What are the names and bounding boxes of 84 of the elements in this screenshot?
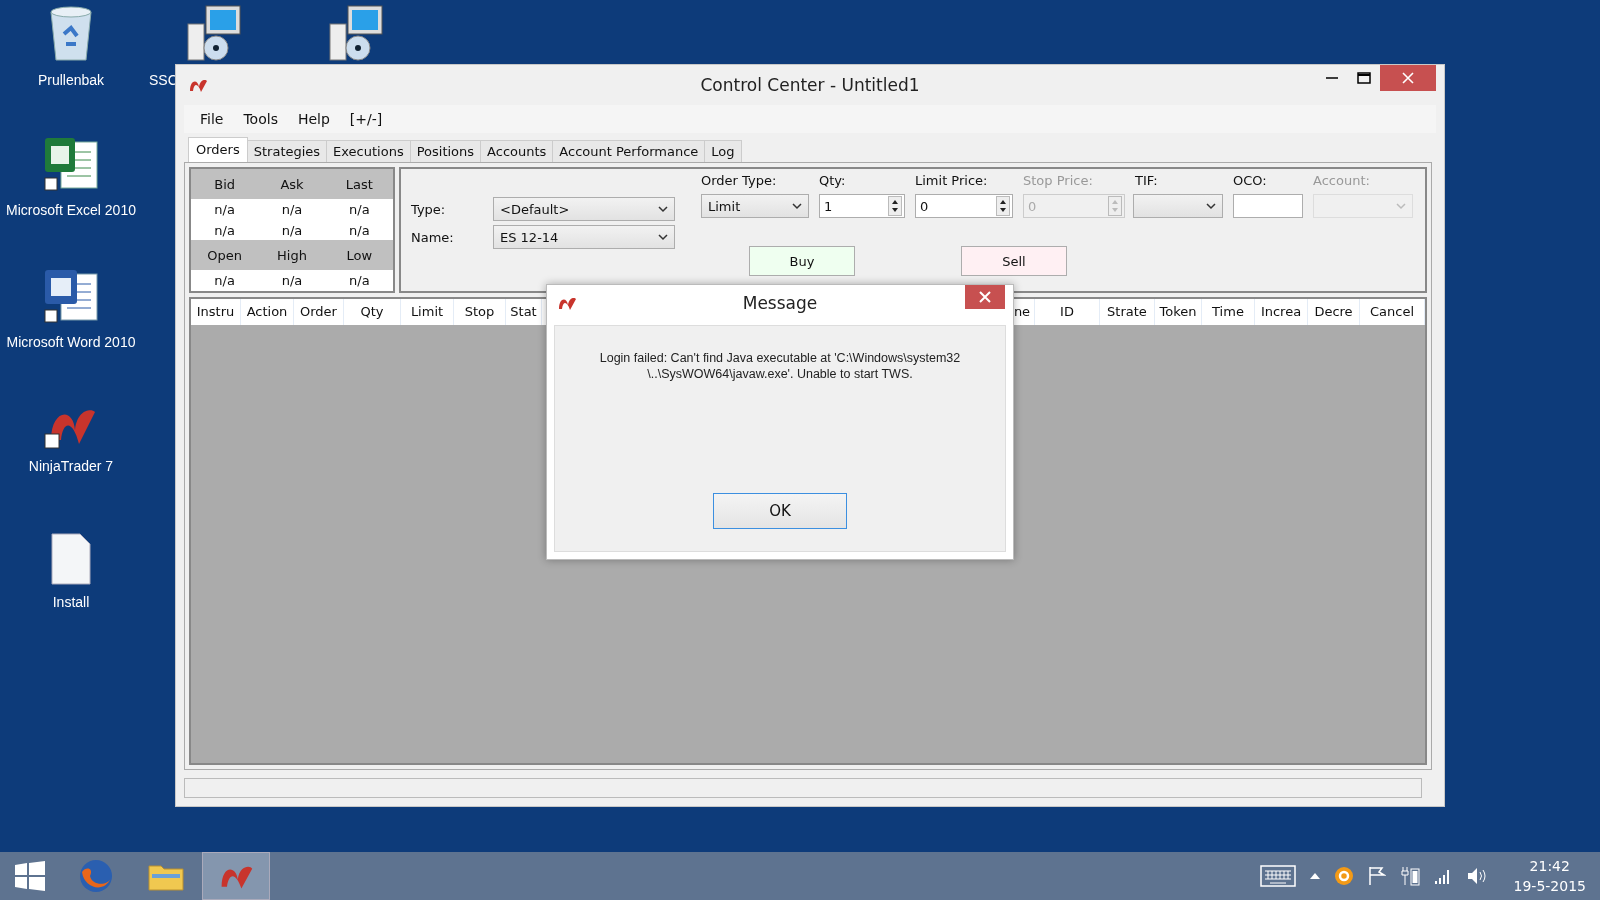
close-icon	[979, 291, 991, 303]
document-icon[interactable]	[50, 532, 92, 586]
column-header: Ask	[279, 176, 305, 192]
tab[interactable]: Log	[704, 140, 742, 162]
quote-value: n/a	[348, 273, 371, 289]
input-field[interactable]	[1233, 194, 1303, 218]
chevron-down-icon	[658, 205, 668, 213]
number-spinner[interactable]: 0	[915, 194, 1013, 218]
chevron-down-icon	[1396, 202, 1406, 210]
battery-plug-icon[interactable]	[1399, 865, 1420, 887]
field-label: Account:	[1313, 173, 1371, 188]
installer-icon[interactable]	[186, 4, 244, 62]
quote-value: n/a	[280, 222, 304, 238]
tab[interactable]: Orders	[188, 137, 248, 162]
spinner-arrows-icon	[888, 196, 902, 216]
tab[interactable]: Strategies	[246, 140, 328, 162]
quote-value: n/a	[280, 201, 304, 217]
word-processor-icon[interactable]	[43, 268, 99, 326]
field-label: Type:	[411, 201, 447, 217]
column-header: Low	[345, 247, 374, 263]
buy-button[interactable]: Buy	[749, 246, 855, 276]
chevron-down-icon	[792, 202, 802, 210]
spinner-arrows-icon	[996, 196, 1010, 216]
desktop-icon-label[interactable]: Install	[52, 592, 90, 612]
desktop-icon-label[interactable]: Prullenbak	[37, 70, 105, 90]
ring-icon[interactable]	[1333, 866, 1354, 886]
quote-value: n/a	[213, 201, 236, 217]
error-message: Login failed: Can't find Java executable at 'C:\Windows\system32 \..\SysWOW64\javaw.exe'. Unable to start TWS.	[599, 350, 961, 382]
close-icon	[1402, 72, 1414, 84]
menu-item[interactable]: Help	[289, 111, 338, 127]
minimize-icon	[1326, 77, 1338, 79]
column-header: Bid	[213, 176, 237, 192]
maximize-icon	[1357, 72, 1371, 84]
tab[interactable]: Executions	[326, 140, 411, 162]
keyboard-icon[interactable]	[1259, 865, 1296, 887]
desktop-icon-label[interactable]: Microsoft Excel 2010	[6, 200, 136, 220]
caret-up-icon[interactable]	[1309, 873, 1320, 879]
field-label: Order Type:	[701, 173, 778, 188]
clock-date: 19-5-2015	[1513, 877, 1586, 896]
column-header: Last	[344, 176, 374, 192]
dropdown[interactable]: <Default>	[493, 197, 675, 221]
clock-time: 21:42	[1529, 857, 1570, 876]
tab[interactable]: Positions	[409, 140, 482, 162]
number-spinner[interactable]: 1	[819, 194, 905, 218]
field-label: OCO:	[1233, 173, 1268, 188]
quote-value: n/a	[213, 273, 236, 289]
field-label: Name:	[411, 229, 455, 245]
menu-item[interactable]: [+/-]	[341, 111, 391, 127]
quote-value: n/a	[213, 222, 236, 238]
sell-button[interactable]: Sell	[961, 246, 1067, 276]
close-button[interactable]	[965, 285, 1005, 309]
field-label: Qty:	[819, 173, 847, 188]
quote-value: n/a	[348, 222, 371, 238]
quote-value: n/a	[348, 201, 371, 217]
menu-item[interactable]: File	[192, 111, 232, 127]
installer-icon[interactable]	[328, 4, 386, 62]
signal-bars-icon[interactable]	[1433, 867, 1452, 885]
chevron-down-icon	[1206, 202, 1216, 210]
dropdown[interactable]: ES 12-14	[493, 225, 675, 249]
desktop-icon-label[interactable]: Microsoft Word 2010	[6, 332, 136, 352]
desktop-icon-label[interactable]: NinjaTrader 7	[28, 456, 114, 476]
app-logo-icon	[188, 77, 208, 93]
app-logo-icon	[557, 295, 577, 311]
column-header: High	[276, 247, 308, 263]
menu-item[interactable]: Tools	[235, 111, 286, 127]
speaker-icon[interactable]	[1465, 866, 1488, 886]
column-header: Open	[206, 247, 244, 263]
quote-value: n/a	[280, 273, 304, 289]
field-label: Limit Price:	[915, 173, 989, 188]
chevron-down-icon	[658, 233, 668, 241]
spreadsheet-app-icon[interactable]	[43, 136, 99, 194]
tab[interactable]: Account Performance	[552, 140, 706, 162]
field-label: TIF:	[1135, 173, 1159, 188]
spinner-arrows-icon	[1108, 196, 1122, 216]
windows-logo-icon	[14, 860, 46, 892]
flag-icon[interactable]	[1367, 866, 1386, 886]
ok-button[interactable]: OK	[713, 493, 847, 529]
browser-globe-icon	[78, 858, 114, 894]
field-label: Stop Price:	[1023, 173, 1094, 188]
dialog-title: Message	[742, 293, 818, 313]
window-title: Control Center - Untitled1	[700, 75, 920, 95]
dropdown[interactable]: Limit	[701, 194, 809, 218]
clock[interactable]: 21:42 19-5-2015	[1513, 856, 1586, 896]
tab[interactable]: Accounts	[480, 140, 554, 162]
